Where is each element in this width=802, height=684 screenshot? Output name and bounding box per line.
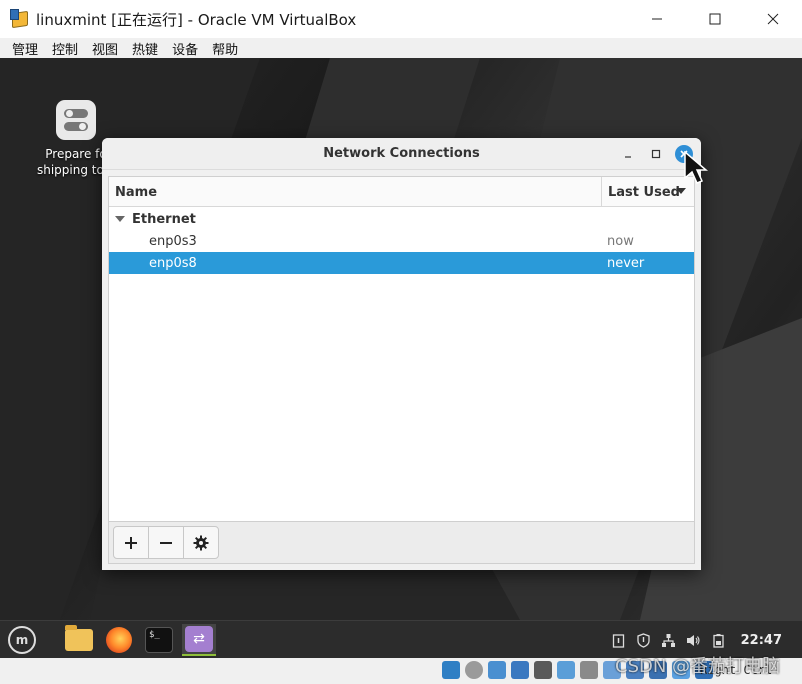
linux-mint-logo-icon: m (8, 626, 36, 654)
close-button[interactable] (744, 0, 802, 38)
list-header: Name Last Used (109, 177, 694, 207)
nc-maximize-button[interactable] (647, 145, 665, 163)
taskbar-network-connections[interactable]: ⇄ (182, 624, 216, 656)
tray-clipboard[interactable] (611, 632, 627, 648)
add-connection-button[interactable] (113, 526, 149, 559)
watermark: CSDN @番茄打电脑 (615, 656, 781, 677)
nc-titlebar[interactable]: Network Connections (102, 138, 701, 170)
column-header-name[interactable]: Name (109, 177, 602, 206)
connection-name: enp0s3 (149, 233, 197, 249)
network-connections-window: Network Connections Name Last Used Ether… (102, 138, 701, 570)
maximize-button[interactable] (686, 0, 744, 38)
battery-icon (713, 633, 724, 648)
tray-volume[interactable] (686, 632, 702, 648)
menu-manage[interactable]: 管理 (12, 39, 38, 58)
vbox-menubar: 管理 控制 视图 热键 设备 帮助 (0, 38, 802, 58)
minimize-button[interactable] (628, 0, 686, 38)
taskbar-terminal[interactable]: $_ (142, 624, 176, 656)
vbox-titlebar: linuxmint [正在运行] - Oracle VM VirtualBox (0, 0, 802, 38)
taskbar-files[interactable] (62, 624, 96, 656)
connection-row-selected[interactable]: enp0s8 never (109, 252, 694, 274)
network-wired-icon (662, 633, 676, 647)
connection-last-used: never (607, 255, 645, 271)
maximize-icon (709, 13, 721, 25)
tray-battery[interactable] (711, 632, 727, 648)
sort-descending-icon (676, 188, 686, 194)
hard-disk-status-icon[interactable] (442, 661, 460, 679)
edit-connection-button[interactable] (183, 526, 219, 559)
maximize-icon (651, 149, 661, 159)
tray-update-manager[interactable] (636, 632, 652, 648)
nc-toolbar (108, 522, 695, 564)
menu-hotkeys[interactable]: 热键 (132, 39, 158, 58)
nc-window-title: Network Connections (323, 146, 480, 161)
virtualbox-app-icon (10, 9, 30, 29)
tray-network[interactable] (661, 632, 677, 648)
connections-list: Name Last Used Ethernet enp0s3 now enp0s… (108, 176, 695, 522)
clipboard-icon (612, 633, 625, 648)
connection-last-used: now (607, 233, 634, 249)
expander-arrow-icon[interactable] (115, 216, 125, 222)
shared-folders-status-icon[interactable] (557, 661, 575, 679)
shield-icon (637, 632, 650, 648)
nc-minimize-button[interactable] (619, 145, 637, 163)
drag-drop-status-icon[interactable] (580, 661, 598, 679)
vbox-window-title: linuxmint [正在运行] - Oracle VM VirtualBox (36, 10, 357, 29)
connection-row[interactable]: enp0s3 now (109, 230, 694, 252)
column-header-last-used[interactable]: Last Used (602, 177, 694, 206)
menu-control[interactable]: 控制 (52, 39, 78, 58)
usb-status-icon[interactable] (534, 661, 552, 679)
mouse-cursor-icon (684, 151, 709, 184)
toggle-settings-icon (56, 100, 96, 140)
connection-name: enp0s8 (149, 255, 197, 271)
folder-icon (65, 625, 93, 651)
network-connections-icon: ⇄ (185, 626, 213, 652)
menu-help[interactable]: 帮助 (212, 39, 238, 58)
remove-connection-button[interactable] (148, 526, 184, 559)
column-header-last-used-label: Last Used (608, 185, 680, 200)
group-ethernet[interactable]: Ethernet (109, 208, 694, 230)
minus-icon (160, 541, 172, 544)
taskbar-firefox[interactable] (102, 624, 136, 656)
terminal-icon: $_ (145, 627, 173, 653)
firefox-icon (106, 627, 132, 653)
clock[interactable]: 22:47 (741, 633, 782, 648)
plus-icon (125, 536, 137, 549)
minimize-icon (625, 156, 631, 158)
close-icon (767, 13, 779, 25)
menu-devices[interactable]: 设备 (172, 39, 198, 58)
start-menu-button[interactable]: m (5, 624, 39, 656)
network-status-icon[interactable] (511, 661, 529, 679)
speaker-icon (687, 634, 700, 646)
menu-view[interactable]: 视图 (92, 39, 118, 58)
group-label: Ethernet (132, 211, 196, 227)
audio-status-icon[interactable] (488, 661, 506, 679)
minimize-icon (652, 18, 662, 20)
gear-icon (193, 535, 209, 550)
optical-drive-status-icon[interactable] (465, 661, 483, 679)
